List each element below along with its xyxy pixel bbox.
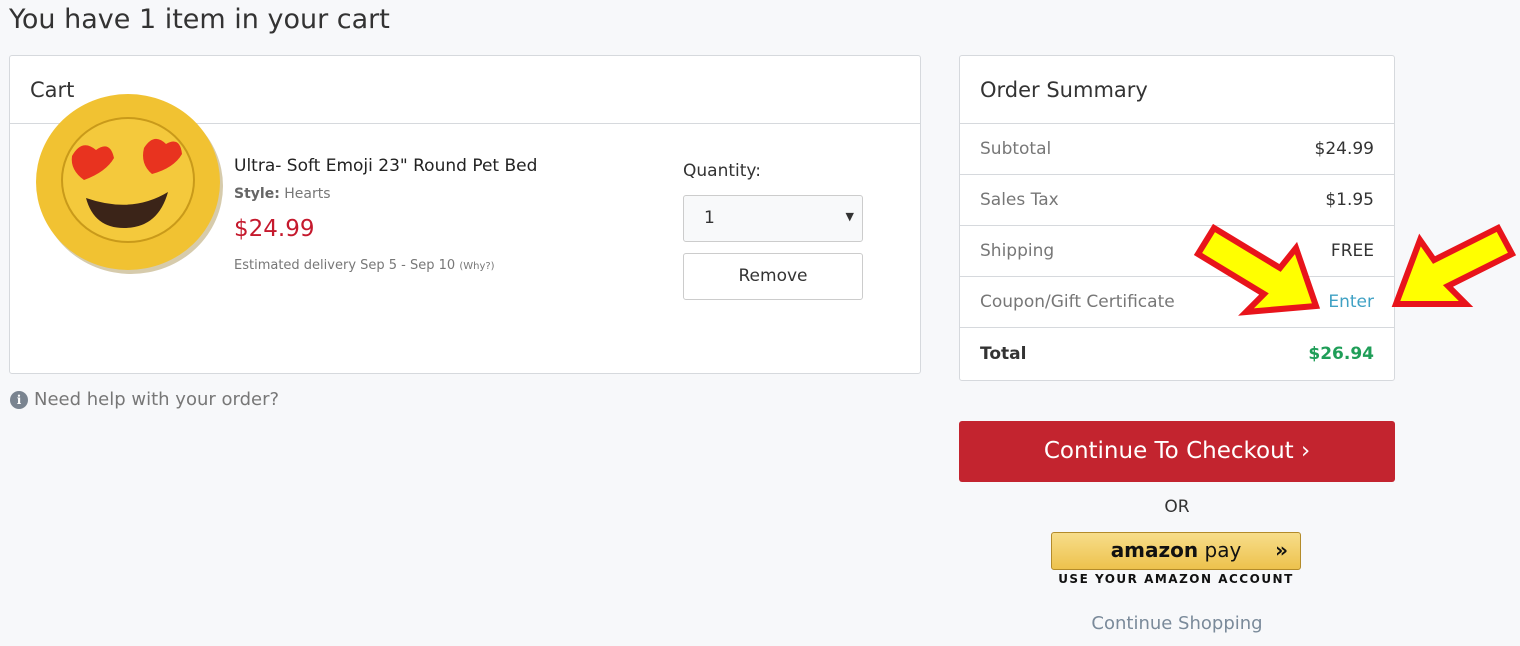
why-link[interactable]: (Why?) [459,261,494,272]
product-price: $24.99 [234,216,315,242]
cart-panel: Cart Ultra- Soft Emoji 23" Round Pet Bed… [9,55,921,374]
total-row: Total $26.94 [960,328,1394,379]
help-link[interactable]: i Need help with your order? [10,389,279,410]
row-label: Coupon/Gift Certificate [980,292,1175,312]
delivery-text: Estimated delivery Sep 5 - Sep 10 [234,258,456,273]
product-image[interactable] [32,86,227,276]
row-label: Shipping [980,241,1055,261]
amazon-logo: amazon [1110,538,1199,562]
remove-button[interactable]: Remove [683,253,863,300]
product-style: Style: Hearts [234,186,331,202]
quantity-select[interactable]: 1 ▼ [683,195,863,242]
row-label: Total [980,343,1027,364]
summary-header: Order Summary [960,56,1394,124]
row-value: FREE [1330,241,1374,261]
product-name[interactable]: Ultra- Soft Emoji 23" Round Pet Bed [234,156,537,176]
style-value: Hearts [284,186,331,202]
total-value: $26.94 [1308,343,1374,364]
chevron-right-icon: › [1300,438,1311,464]
delivery-estimate: Estimated delivery Sep 5 - Sep 10 (Why?) [234,258,495,273]
shipping-row: Shipping FREE [960,226,1394,277]
checkout-label: Continue To Checkout [1043,438,1294,464]
coupon-enter-link[interactable]: Enter [1328,292,1374,312]
caret-down-icon: ▼ [845,210,854,223]
page-title: You have 1 item in your cart [9,4,390,35]
amazon-pay-button[interactable]: amazon pay » [1051,532,1301,570]
row-label: Sales Tax [980,190,1059,210]
double-chevron-icon: » [1275,538,1288,562]
continue-shopping-link[interactable]: Continue Shopping [959,613,1395,634]
style-label: Style: [234,186,280,202]
info-icon: i [10,390,28,409]
row-label: Subtotal [980,139,1052,159]
quantity-value: 1 [704,208,715,228]
coupon-row: Coupon/Gift Certificate Enter [960,277,1394,328]
row-value: $1.95 [1325,190,1374,210]
help-text: Need help with your order? [34,389,280,410]
order-summary-panel: Order Summary Subtotal $24.99 Sales Tax $1… [959,55,1395,381]
sales-tax-row: Sales Tax $1.95 [960,175,1394,226]
or-divider: OR [1164,497,1190,517]
amazon-pay-subtitle: USE YOUR AMAZON ACCOUNT [1058,572,1294,586]
arrow-right-annotation [1391,224,1517,307]
row-value: $24.99 [1314,139,1374,159]
pay-text: pay [1204,538,1242,562]
subtotal-row: Subtotal $24.99 [960,124,1394,175]
quantity-label: Quantity: [683,161,761,181]
continue-to-checkout-button[interactable]: Continue To Checkout › [959,421,1395,482]
